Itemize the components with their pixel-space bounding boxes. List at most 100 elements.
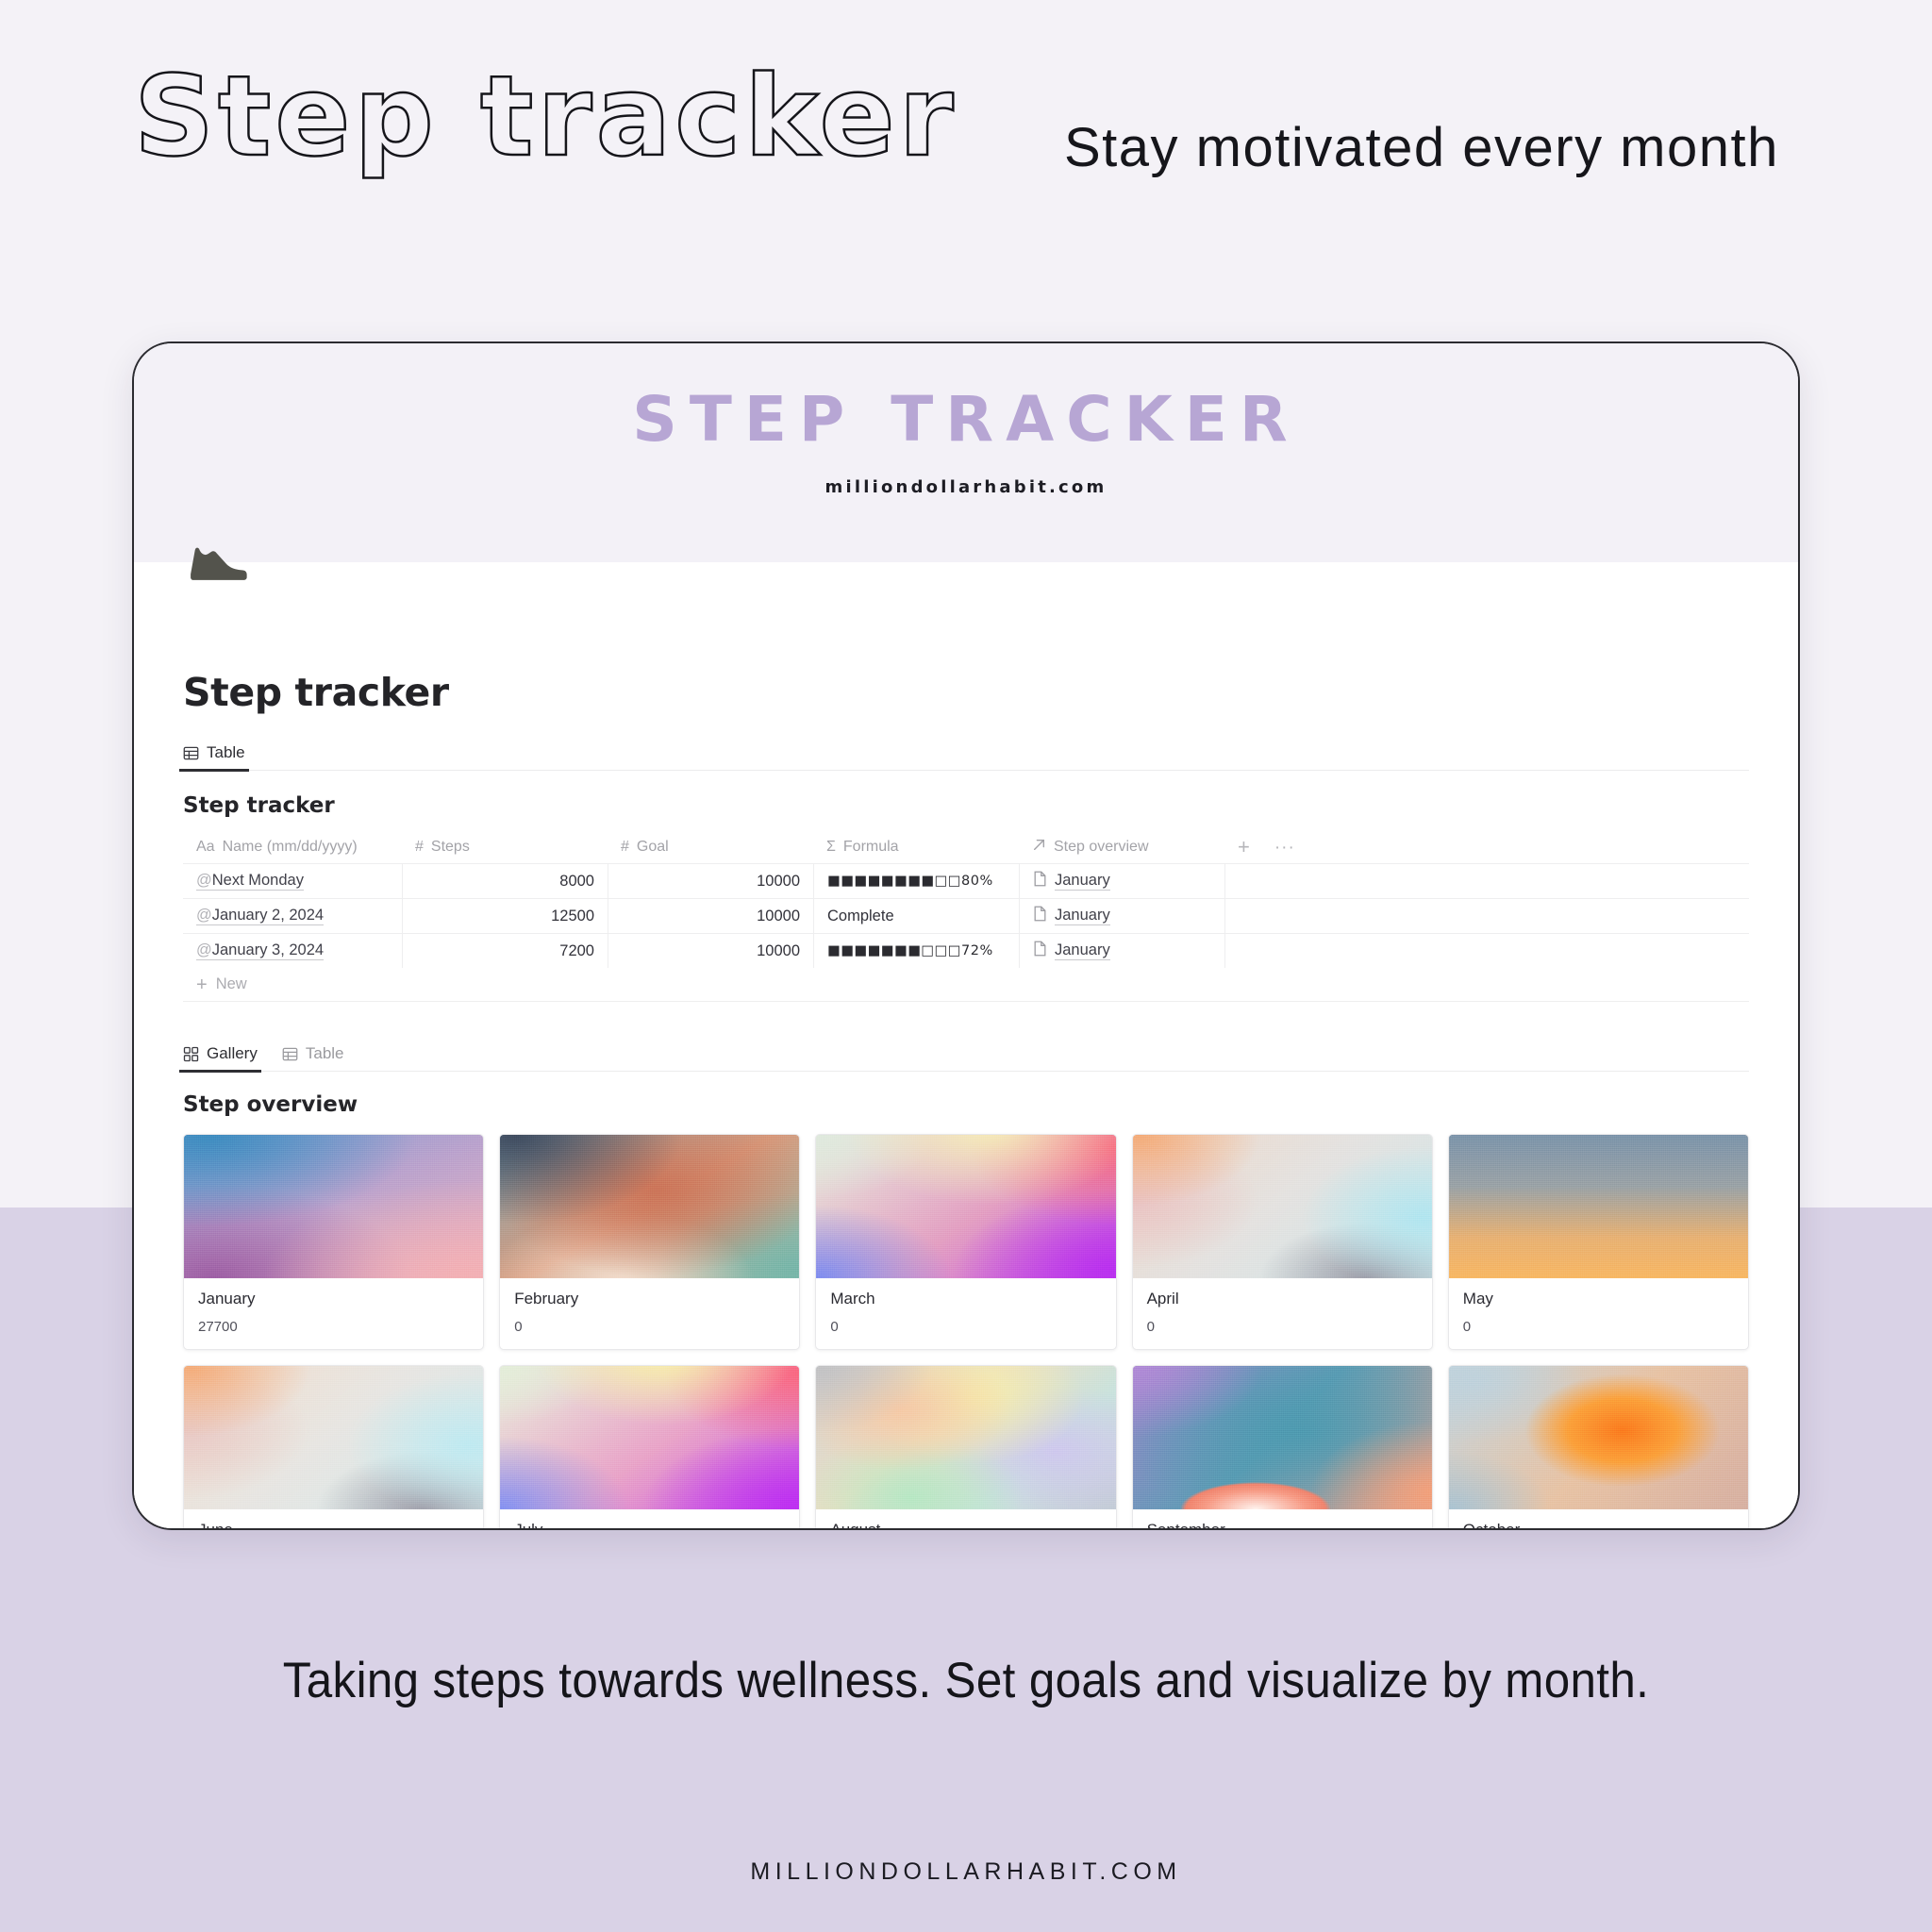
- gallery-section: Gallery Table Step overview January 2770…: [179, 1040, 1749, 1530]
- page-cover: STEP TRACKER milliondollarhabit.com: [134, 343, 1798, 562]
- date-link: @January 3, 2024: [196, 941, 325, 960]
- table-icon: [183, 745, 199, 761]
- cell-name[interactable]: @Next Monday: [183, 864, 402, 898]
- gallery-card[interactable]: May 0: [1447, 1134, 1749, 1350]
- gallery-card[interactable]: August: [815, 1365, 1117, 1528]
- cell-formula[interactable]: Complete: [813, 899, 1019, 933]
- text-type-icon: Aa: [196, 839, 215, 855]
- gallery-card-value: 0: [514, 1319, 523, 1335]
- add-column-button[interactable]: +: [1238, 837, 1250, 858]
- column-header-goal[interactable]: # Goal: [608, 839, 813, 856]
- new-row-label: New: [215, 975, 247, 992]
- cell-step-overview-label: January: [1055, 907, 1110, 925]
- column-header-name[interactable]: Aa Name (mm/dd/yyyy): [183, 839, 402, 856]
- progress-bar-glyphs: ■■■■■■■□□□: [827, 943, 961, 958]
- number-type-icon: #: [621, 839, 629, 855]
- cell-steps[interactable]: 7200: [402, 934, 608, 968]
- cell-formula[interactable]: ■■■■■■■□□□ 72%: [813, 934, 1019, 968]
- cell-name[interactable]: @January 2, 2024: [183, 899, 402, 933]
- table-view-tabs: Table: [179, 739, 1749, 772]
- progress-percent: 72%: [961, 943, 993, 958]
- gallery-card-thumbnail: [1448, 1135, 1748, 1278]
- column-header-step-overview-label: Step overview: [1054, 839, 1149, 855]
- column-header-step-overview[interactable]: Step overview: [1019, 838, 1224, 857]
- table-row[interactable]: @January 3, 2024 7200 10000 ■■■■■■■□□□ 72…: [183, 933, 1749, 968]
- table-row[interactable]: @Next Monday 8000 10000 ■■■■■■■■□□ 80% J…: [183, 863, 1749, 898]
- cover-url: milliondollarhabit.com: [824, 477, 1108, 497]
- table-header-actions: + ···: [1224, 837, 1749, 858]
- hero-subtitle: Stay motivated every month: [1064, 117, 1779, 178]
- column-header-goal-label: Goal: [636, 839, 669, 855]
- tab-gallery-table-label: Table: [305, 1044, 344, 1062]
- footer-url: MILLIONDOLLARHABIT.COM: [750, 1858, 1182, 1885]
- gallery-card-value: 0: [830, 1319, 839, 1335]
- gallery-card-title: May: [1462, 1290, 1493, 1307]
- gallery-card-thumbnail: [1448, 1366, 1748, 1509]
- gallery-card[interactable]: April 0: [1131, 1134, 1433, 1350]
- cell-name[interactable]: @January 3, 2024: [183, 934, 402, 968]
- gallery-card-thumbnail: [184, 1366, 484, 1509]
- page-title: Step tracker: [183, 670, 449, 715]
- cell-step-overview-label: January: [1055, 941, 1110, 960]
- column-header-formula[interactable]: Σ Formula: [813, 839, 1019, 856]
- gallery-card-title: July: [514, 1521, 543, 1530]
- plus-icon: +: [196, 974, 208, 995]
- step-tracker-table: Aa Name (mm/dd/yyyy) # Steps # Goal Σ Fo…: [183, 831, 1749, 1002]
- gallery-icon: [183, 1046, 199, 1062]
- progress-bar-glyphs: ■■■■■■■■□□: [827, 874, 961, 889]
- new-row-button[interactable]: + New: [183, 968, 1749, 1002]
- cell-step-overview[interactable]: January: [1019, 899, 1224, 933]
- hero-banner: Step tracker Stay motivated every month: [0, 0, 1932, 245]
- gallery-card-title: September: [1146, 1521, 1225, 1530]
- cell-goal[interactable]: 10000: [608, 934, 813, 968]
- column-header-steps-label: Steps: [430, 839, 470, 855]
- table-more-button[interactable]: ···: [1274, 839, 1295, 857]
- sigma-icon: Σ: [826, 839, 836, 855]
- gallery-card[interactable]: October: [1447, 1365, 1749, 1528]
- gallery-card-title: January: [198, 1290, 256, 1307]
- tab-table-label: Table: [207, 743, 245, 761]
- page-body: Step tracker Table Step tracker Aa Name …: [134, 562, 1798, 1528]
- relation-arrow-icon: [1032, 838, 1046, 857]
- page-icon: [1033, 941, 1047, 961]
- page-icon: [1033, 871, 1047, 891]
- gallery-card-thumbnail: [500, 1366, 800, 1509]
- gallery-card-title: June: [198, 1521, 233, 1530]
- progress-percent: 80%: [961, 874, 993, 889]
- cell-step-overview[interactable]: January: [1019, 934, 1224, 968]
- gallery-card-thumbnail: [816, 1135, 1116, 1278]
- at-sign: @: [196, 941, 212, 958]
- column-header-steps[interactable]: # Steps: [402, 839, 608, 856]
- gallery-card-value: 0: [1462, 1319, 1472, 1335]
- gallery-title: Step overview: [183, 1092, 358, 1117]
- cell-name-label: January 2, 2024: [211, 907, 325, 924]
- tab-gallery-table[interactable]: Table: [282, 1044, 344, 1071]
- at-sign: @: [196, 907, 212, 924]
- cell-step-overview[interactable]: January: [1019, 864, 1224, 898]
- gallery-card[interactable]: January 27700: [183, 1134, 485, 1350]
- table-header-row: Aa Name (mm/dd/yyyy) # Steps # Goal Σ Fo…: [183, 831, 1749, 863]
- tagline: Taking steps towards wellness. Set goals…: [282, 1653, 1650, 1708]
- column-header-formula-label: Formula: [842, 839, 899, 855]
- gallery-card[interactable]: July: [499, 1365, 801, 1530]
- gallery-card[interactable]: June: [183, 1365, 485, 1530]
- gallery-grid: January 27700 February 0 March 0 April 0…: [183, 1134, 1749, 1530]
- gallery-card[interactable]: February 0: [499, 1134, 801, 1350]
- tab-table[interactable]: Table: [179, 743, 249, 772]
- gallery-card-thumbnail: [1132, 1366, 1432, 1509]
- sneaker-icon[interactable]: [183, 528, 253, 598]
- gallery-card[interactable]: September: [1131, 1365, 1433, 1530]
- table-row[interactable]: @January 2, 2024 12500 10000 Complete Ja…: [183, 898, 1749, 933]
- cell-steps[interactable]: 8000: [402, 864, 608, 898]
- cell-name-label: January 3, 2024: [211, 941, 325, 958]
- cell-formula[interactable]: ■■■■■■■■□□ 80%: [813, 864, 1019, 898]
- cell-goal[interactable]: 10000: [608, 864, 813, 898]
- gallery-card[interactable]: March 0: [815, 1134, 1117, 1350]
- hero-title: Step tracker: [133, 51, 958, 181]
- cell-goal[interactable]: 10000: [608, 899, 813, 933]
- cell-steps[interactable]: 12500: [402, 899, 608, 933]
- cover-title: STEP TRACKER: [632, 383, 1300, 456]
- gallery-card-thumbnail: [816, 1366, 1116, 1509]
- tab-gallery[interactable]: Gallery: [179, 1044, 261, 1073]
- tab-gallery-label: Gallery: [207, 1044, 258, 1062]
